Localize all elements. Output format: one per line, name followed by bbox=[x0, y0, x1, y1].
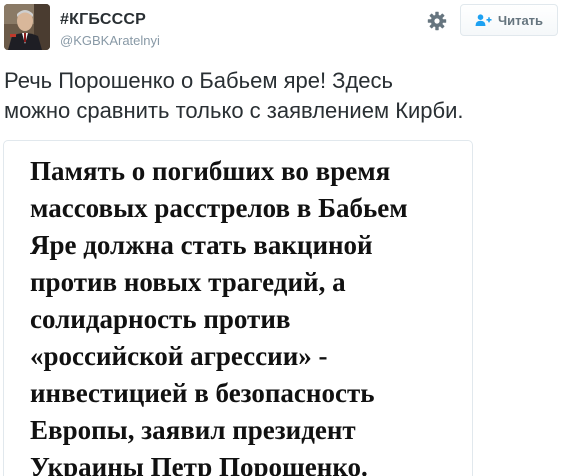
tweet: #КГБСССР @KGBKAratelnyi Читать Речь Поро… bbox=[0, 0, 562, 476]
tweet-text-line: можно сравнить только с заявлением Кирби… bbox=[4, 98, 464, 123]
follow-button[interactable]: Читать bbox=[460, 4, 558, 36]
image-text-line: Украины Петр Порошенко. bbox=[30, 452, 368, 476]
image-text-line: «российской агрессии» - bbox=[30, 341, 328, 371]
gear-icon[interactable] bbox=[426, 10, 448, 32]
tweet-text-line: Речь Порошенко о Бабьем яре! Здесь bbox=[4, 68, 394, 93]
image-text-line: Яре должна стать вакциной bbox=[30, 230, 373, 260]
add-user-icon bbox=[475, 14, 492, 26]
author-handle[interactable]: @KGBKAratelnyi bbox=[60, 33, 160, 48]
follow-button-label: Читать bbox=[497, 12, 544, 28]
image-text-line: Европы, заявил президент bbox=[30, 415, 356, 445]
image-text-line: против новых трагедий, а bbox=[30, 267, 346, 297]
author-name[interactable]: #КГБСССР bbox=[60, 11, 146, 29]
avatar[interactable] bbox=[4, 4, 50, 50]
attached-image[interactable]: Память о погибших во время массовых расс… bbox=[3, 140, 473, 476]
tweet-text: Речь Порошенко о Бабьем яре! Здесь можно… bbox=[4, 66, 560, 126]
image-text-line: массовых расстрелов в Бабьем bbox=[30, 193, 408, 223]
image-quote-text: Память о погибших во время массовых расс… bbox=[30, 153, 408, 476]
image-text-line: солидарность против bbox=[30, 304, 291, 334]
image-text-line: Память о погибших во время bbox=[30, 156, 391, 186]
image-text-line: инвестицией в безопасность bbox=[30, 378, 375, 408]
portrait-avatar-icon bbox=[4, 4, 50, 50]
